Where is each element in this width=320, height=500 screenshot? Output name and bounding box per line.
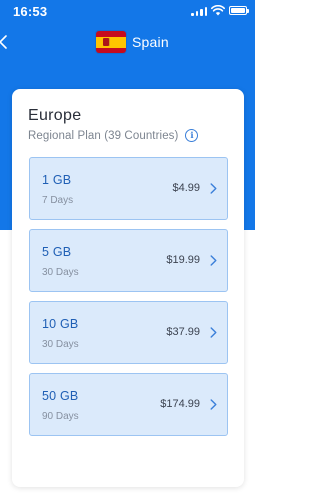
battery-icon — [229, 6, 249, 15]
header-title-group: Spain — [96, 31, 169, 53]
region-title: Europe — [28, 107, 82, 124]
chevron-right-icon — [210, 399, 217, 410]
plan-duration: 90 Days — [42, 411, 79, 422]
wifi-icon — [211, 5, 225, 16]
plan-size: 10 GB — [42, 317, 79, 331]
plan-list: 1 GB 7 Days $4.99 5 GB 30 Days $19.99 10… — [29, 157, 228, 445]
region-subtitle-row: Regional Plan (39 Countries) i — [28, 129, 199, 142]
plan-size: 50 GB — [42, 389, 79, 403]
plan-duration: 30 Days — [42, 267, 79, 278]
plan-option[interactable]: 50 GB 90 Days $174.99 — [29, 373, 228, 436]
plan-price: $4.99 — [172, 182, 200, 194]
plan-duration: 30 Days — [42, 339, 79, 350]
chevron-right-icon — [210, 255, 217, 266]
spain-flag-icon — [96, 31, 126, 53]
plan-price: $174.99 — [160, 398, 200, 410]
chevron-right-icon — [210, 327, 217, 338]
region-subtitle: Regional Plan (39 Countries) — [28, 129, 179, 142]
region-plan-card: Europe Regional Plan (39 Countries) i 1 … — [12, 89, 244, 487]
cellular-signal-icon — [191, 6, 207, 16]
plan-option[interactable]: 10 GB 30 Days $37.99 — [29, 301, 228, 364]
plan-price: $37.99 — [166, 326, 200, 338]
plan-size: 5 GB — [42, 245, 72, 259]
status-time: 16:53 — [13, 4, 48, 19]
plan-option[interactable]: 1 GB 7 Days $4.99 — [29, 157, 228, 220]
chevron-left-icon[interactable] — [0, 34, 11, 50]
status-bar: 16:53 — [0, 0, 255, 22]
plan-price: $19.99 — [166, 254, 200, 266]
navigation-header: Spain — [0, 28, 255, 58]
plan-size: 1 GB — [42, 173, 72, 187]
plan-duration: 7 Days — [42, 195, 74, 206]
plan-option[interactable]: 5 GB 30 Days $19.99 — [29, 229, 228, 292]
chevron-right-icon — [210, 183, 217, 194]
page-title: Spain — [132, 34, 169, 50]
info-icon[interactable]: i — [185, 129, 199, 142]
